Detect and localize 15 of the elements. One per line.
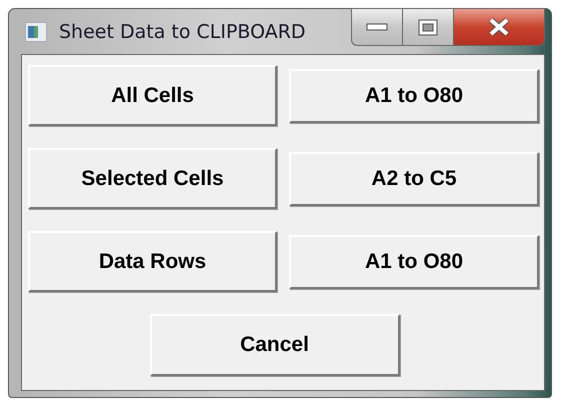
window-title: Sheet Data to CLIPBOARD [59,20,306,42]
action-button[interactable]: Selected Cells [28,148,277,209]
action-button[interactable]: All Cells [28,65,277,126]
app-icon [25,22,47,42]
minimize-icon [366,23,388,31]
maximize-button[interactable] [403,8,454,46]
range-button[interactable]: A1 to O80 [289,234,539,288]
maximize-icon [418,18,438,36]
action-button[interactable]: Data Rows [28,231,277,292]
minimize-button[interactable] [351,8,403,46]
close-button[interactable] [454,8,545,46]
close-icon [488,18,510,36]
range-button[interactable]: A1 to O80 [289,68,539,122]
cancel-button[interactable]: Cancel [150,314,400,376]
range-button[interactable]: A2 to C5 [289,152,539,206]
